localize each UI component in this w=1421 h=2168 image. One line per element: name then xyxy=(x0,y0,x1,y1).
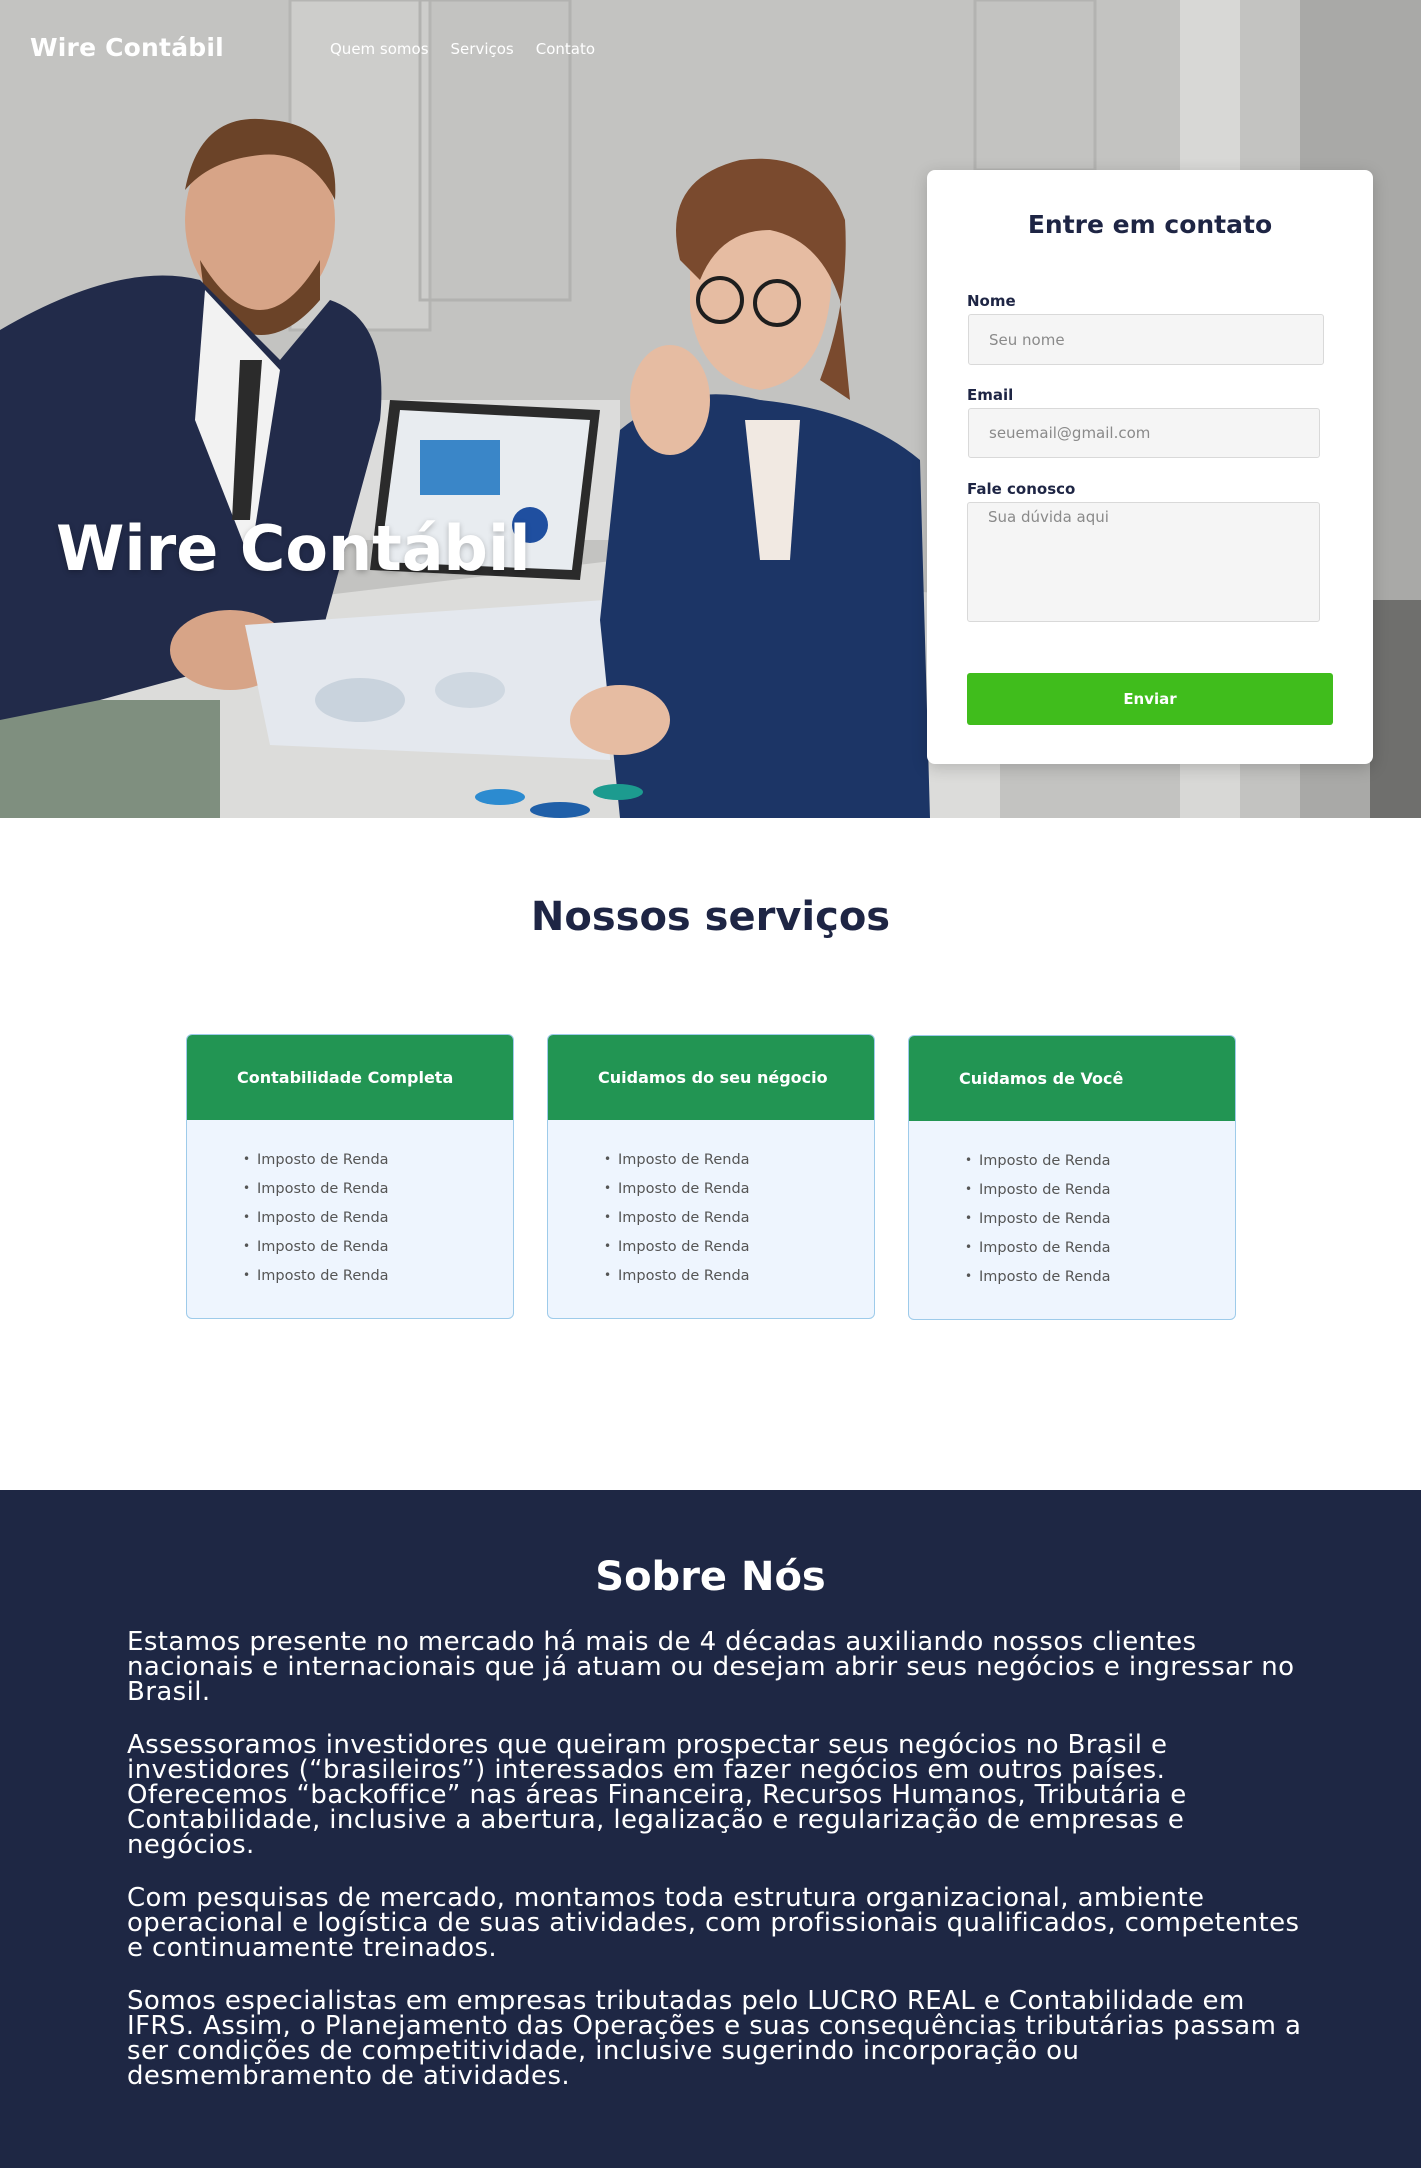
main-nav: Quem somos Serviços Contato xyxy=(330,40,595,58)
nav-link-quem-somos[interactable]: Quem somos xyxy=(330,40,429,58)
about-paragraph: Assessoramos investidores que queiram pr… xyxy=(127,1730,1168,1785)
service-card-title: Cuidamos do seu négocio xyxy=(548,1035,874,1120)
contact-form-title: Entre em contato xyxy=(1027,210,1273,239)
contact-form: Entre em contato Nome Email Fale conosco… xyxy=(927,170,1373,764)
name-label: Nome xyxy=(967,292,1016,310)
about-section: Sobre Nós Estamos presente no mercado há… xyxy=(0,1490,1421,2168)
service-list-item: Imposto de Renda xyxy=(965,1211,1235,1240)
service-list-item: Imposto de Renda xyxy=(243,1210,513,1239)
about-title: Sobre Nós xyxy=(595,1554,826,1600)
service-card-negocio: Cuidamos do seu négocio Imposto de Renda… xyxy=(547,1034,875,1319)
service-list: Imposto de Renda Imposto de Renda Impost… xyxy=(909,1121,1235,1298)
hero-title: Wire Contábil xyxy=(56,512,531,585)
send-button[interactable]: Enviar xyxy=(967,673,1333,725)
service-list-item: Imposto de Renda xyxy=(243,1181,513,1210)
service-list-item: Imposto de Renda xyxy=(965,1153,1235,1182)
email-input[interactable] xyxy=(968,408,1320,458)
service-list: Imposto de Renda Imposto de Renda Impost… xyxy=(548,1120,874,1297)
message-textarea[interactable] xyxy=(967,502,1320,622)
service-list-item: Imposto de Renda xyxy=(604,1210,874,1239)
about-paragraph: Com pesquisas de mercado, montamos toda … xyxy=(127,1883,1300,1963)
nav-link-contato[interactable]: Contato xyxy=(536,40,595,58)
service-list: Imposto de Renda Imposto de Renda Impost… xyxy=(187,1120,513,1297)
service-card-contabilidade: Contabilidade Completa Imposto de Renda … xyxy=(186,1034,514,1319)
service-list-item: Imposto de Renda xyxy=(604,1268,874,1297)
services-title: Nossos serviços xyxy=(530,894,891,940)
service-list-item: Imposto de Renda xyxy=(965,1182,1235,1211)
service-card-voce: Cuidamos de Você Imposto de Renda Impost… xyxy=(908,1035,1236,1320)
hero-section: Wire Contábil Quem somos Serviços Contat… xyxy=(0,0,1421,818)
service-list-item: Imposto de Renda xyxy=(965,1269,1235,1298)
about-paragraph: Estamos presente no mercado há mais de 4… xyxy=(127,1627,1295,1707)
site-logo[interactable]: Wire Contábil xyxy=(30,33,224,62)
about-paragraph: Oferecemos “backoffice” nas áreas Financ… xyxy=(127,1780,1187,1860)
service-list-item: Imposto de Renda xyxy=(243,1268,513,1297)
about-text: Estamos presente no mercado há mais de 4… xyxy=(127,1627,1307,2091)
service-list-item: Imposto de Renda xyxy=(604,1152,874,1181)
service-card-title: Contabilidade Completa xyxy=(187,1035,513,1120)
email-label: Email xyxy=(967,386,1014,404)
service-list-item: Imposto de Renda xyxy=(604,1181,874,1210)
message-label: Fale conosco xyxy=(967,480,1076,498)
service-card-title: Cuidamos de Você xyxy=(909,1036,1235,1121)
services-section: Nossos serviços Contabilidade Completa I… xyxy=(0,818,1421,1490)
service-list-item: Imposto de Renda xyxy=(965,1240,1235,1269)
service-list-item: Imposto de Renda xyxy=(604,1239,874,1268)
service-list-item: Imposto de Renda xyxy=(243,1152,513,1181)
about-paragraph: Somos especialistas em empresas tributad… xyxy=(127,1986,1302,2091)
nav-link-servicos[interactable]: Serviços xyxy=(451,40,514,58)
name-input[interactable] xyxy=(968,314,1324,365)
service-list-item: Imposto de Renda xyxy=(243,1239,513,1268)
